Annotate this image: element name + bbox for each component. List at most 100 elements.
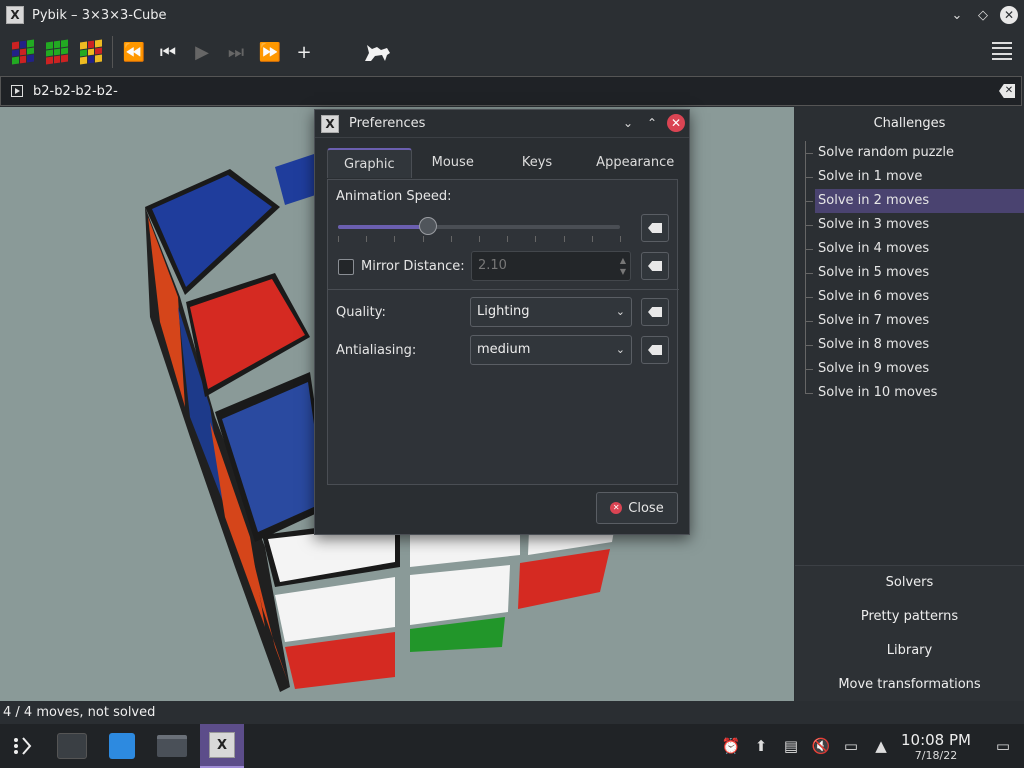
- library-section[interactable]: Library: [795, 634, 1024, 668]
- add-mark-button[interactable]: +: [287, 35, 321, 69]
- slider-tick: [422, 236, 424, 242]
- tab-graphic[interactable]: Graphic: [327, 148, 412, 178]
- slider-tick: [535, 236, 537, 242]
- app-launcher[interactable]: [0, 724, 44, 768]
- toolbar-separator: [112, 36, 113, 68]
- launcher-icon: [14, 737, 32, 755]
- quality-select[interactable]: Lighting ⌄: [470, 297, 632, 327]
- hamburger-menu-icon[interactable]: [992, 42, 1012, 60]
- mirror-distance-spinbox[interactable]: 2.10 ▲ ▼: [471, 251, 631, 281]
- maximize-icon[interactable]: ⌃: [643, 114, 661, 132]
- cat-mascot: [361, 35, 395, 69]
- solvers-section[interactable]: Solvers: [795, 566, 1024, 600]
- play-moves-icon[interactable]: [11, 85, 23, 97]
- close-window-icon[interactable]: ✕: [1000, 6, 1018, 24]
- sidebar-sections: Solvers Pretty patterns Library Move tra…: [795, 565, 1024, 701]
- clear-entry-icon[interactable]: ✕: [999, 84, 1015, 98]
- network-icon[interactable]: ▭: [836, 737, 866, 755]
- new-solved-cube-button[interactable]: [6, 35, 40, 69]
- pybik-app-icon: X: [321, 114, 339, 133]
- store-bag-icon: [109, 733, 135, 759]
- challenge-item[interactable]: Solve in 3 moves: [805, 213, 1024, 237]
- cube-icon: [12, 39, 34, 65]
- cat-icon: [365, 45, 390, 61]
- move-transformations-section[interactable]: Move transformations: [795, 668, 1024, 702]
- taskbar-file-manager[interactable]: [150, 724, 194, 768]
- cube-icon: [80, 39, 102, 65]
- clear-icon: [648, 261, 662, 271]
- challenge-item[interactable]: Solve in 8 moves: [805, 333, 1024, 357]
- slider-tick: [394, 236, 396, 242]
- reset-antialiasing-button[interactable]: [641, 336, 669, 364]
- previous-icon: ⏮: [159, 41, 177, 63]
- plus-icon: +: [296, 41, 312, 63]
- close-button[interactable]: ✕ Close: [596, 492, 678, 524]
- animation-speed-slider[interactable]: [338, 217, 620, 235]
- challenge-item[interactable]: Solve in 7 moves: [805, 309, 1024, 333]
- taskbar-discover[interactable]: [100, 724, 144, 768]
- move-entry-input[interactable]: [33, 83, 973, 99]
- challenges-header[interactable]: Challenges: [795, 107, 1024, 141]
- forward-button[interactable]: ⏩: [253, 35, 287, 69]
- taskbar-pybik[interactable]: X: [200, 724, 244, 768]
- antialiasing-select[interactable]: medium ⌄: [470, 335, 632, 365]
- folder-icon: [157, 735, 187, 757]
- slider-ticks: [338, 236, 621, 242]
- challenge-item-selected[interactable]: Solve in 2 moves: [805, 189, 1024, 213]
- close-button-label: Close: [628, 500, 664, 516]
- quality-label: Quality:: [336, 305, 386, 320]
- challenge-item[interactable]: Solve random puzzle: [805, 141, 1024, 165]
- new-random-cube-button[interactable]: [40, 35, 74, 69]
- rewind-button[interactable]: ⏪: [117, 35, 151, 69]
- animation-speed-label: Animation Speed:: [336, 189, 452, 204]
- move-entry-bar: ✕: [0, 76, 1022, 106]
- challenge-item[interactable]: Solve in 10 moves: [805, 381, 1024, 405]
- settings-app-icon: [57, 733, 87, 759]
- taskbar-system-settings[interactable]: [50, 724, 94, 768]
- challenge-item[interactable]: Solve in 6 moves: [805, 285, 1024, 309]
- spin-arrows-icon[interactable]: ▲ ▼: [620, 255, 626, 277]
- slider-tick: [507, 236, 509, 242]
- clipboard-icon[interactable]: ▤: [776, 737, 806, 755]
- close-dialog-icon[interactable]: ✕: [667, 114, 685, 132]
- previous-button[interactable]: ⏮: [151, 35, 185, 69]
- challenge-item[interactable]: Solve in 1 move: [805, 165, 1024, 189]
- system-tray: ⏰ ⬆ ▤ 🔇 ▭ ▲ 10:08 PM 7/18/22 ▭: [716, 724, 1024, 768]
- clock[interactable]: 10:08 PM 7/18/22: [896, 731, 976, 762]
- slider-handle[interactable]: [419, 217, 438, 235]
- slider-fill: [338, 225, 429, 229]
- challenge-item[interactable]: Solve in 4 moves: [805, 237, 1024, 261]
- minimize-icon[interactable]: ⌄: [948, 6, 966, 24]
- graphic-tab-panel: Animation Speed: Mirror Distance: 2.10 ▲…: [327, 179, 679, 485]
- tab-appearance[interactable]: Appearance: [580, 148, 690, 178]
- tray-expand-icon[interactable]: ▲: [866, 737, 896, 755]
- chevron-down-icon: ⌄: [615, 305, 625, 318]
- alarm-icon[interactable]: ⏰: [716, 737, 746, 755]
- pretty-patterns-section[interactable]: Pretty patterns: [795, 600, 1024, 634]
- minimize-icon[interactable]: ⌄: [619, 114, 637, 132]
- tab-keys[interactable]: Keys: [494, 148, 580, 178]
- volume-muted-icon[interactable]: 🔇: [806, 737, 836, 755]
- reset-cube-button[interactable]: [74, 35, 108, 69]
- next-icon: ⏭: [227, 41, 245, 63]
- status-bar: 4 / 4 moves, not solved: [0, 701, 1024, 724]
- reset-animation-speed-button[interactable]: [641, 214, 669, 242]
- clock-date: 7/18/22: [914, 748, 958, 762]
- reset-mirror-distance-button[interactable]: [641, 252, 669, 280]
- tab-mouse[interactable]: Mouse: [412, 148, 494, 178]
- next-button[interactable]: ⏭: [219, 35, 253, 69]
- antialiasing-value: medium: [477, 342, 531, 357]
- show-desktop-icon[interactable]: ▭: [988, 737, 1018, 755]
- mirror-distance-checkbox[interactable]: [338, 259, 354, 275]
- challenge-item[interactable]: Solve in 5 moves: [805, 261, 1024, 285]
- clear-icon: [648, 345, 662, 355]
- update-icon[interactable]: ⬆: [746, 737, 776, 755]
- reset-quality-button[interactable]: [641, 298, 669, 326]
- maximize-icon[interactable]: ◇: [974, 6, 992, 24]
- divider: [328, 289, 679, 290]
- slider-tick: [338, 236, 339, 242]
- challenge-item[interactable]: Solve in 9 moves: [805, 357, 1024, 381]
- slider-tick: [450, 236, 452, 242]
- clock-time: 10:08 PM: [901, 730, 971, 749]
- play-button[interactable]: ▶: [185, 35, 219, 69]
